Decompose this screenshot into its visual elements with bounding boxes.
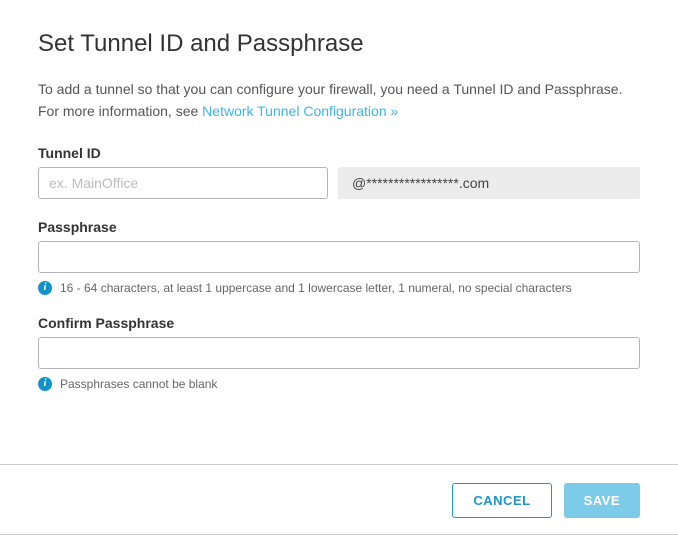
passphrase-hint-text: 16 - 64 characters, at least 1 uppercase… [60,281,572,295]
tunnel-id-row: @*****************.com [38,167,640,199]
form-container: Set Tunnel ID and Passphrase To add a tu… [0,0,678,391]
confirm-passphrase-label: Confirm Passphrase [38,315,640,331]
tunnel-domain-suffix: @*****************.com [338,167,640,199]
confirm-passphrase-hint-text: Passphrases cannot be blank [60,377,217,391]
info-icon: i [38,281,52,295]
page-title: Set Tunnel ID and Passphrase [38,30,640,58]
passphrase-group: Passphrase i 16 - 64 characters, at leas… [38,219,640,295]
description: To add a tunnel so that you can configur… [38,78,640,123]
passphrase-hint: i 16 - 64 characters, at least 1 upperca… [38,281,640,295]
footer: CANCEL SAVE [0,464,678,518]
passphrase-input[interactable] [38,241,640,273]
passphrase-label: Passphrase [38,219,640,235]
network-tunnel-config-link[interactable]: Network Tunnel Configuration » [202,103,398,119]
tunnel-id-label: Tunnel ID [38,145,640,161]
info-icon: i [38,377,52,391]
tunnel-id-group: Tunnel ID @*****************.com [38,145,640,199]
cancel-button[interactable]: CANCEL [452,483,551,518]
footer-divider [0,534,678,535]
tunnel-id-input[interactable] [38,167,328,199]
save-button[interactable]: SAVE [564,483,640,518]
confirm-passphrase-hint: i Passphrases cannot be blank [38,377,640,391]
confirm-passphrase-group: Confirm Passphrase i Passphrases cannot … [38,315,640,391]
confirm-passphrase-input[interactable] [38,337,640,369]
